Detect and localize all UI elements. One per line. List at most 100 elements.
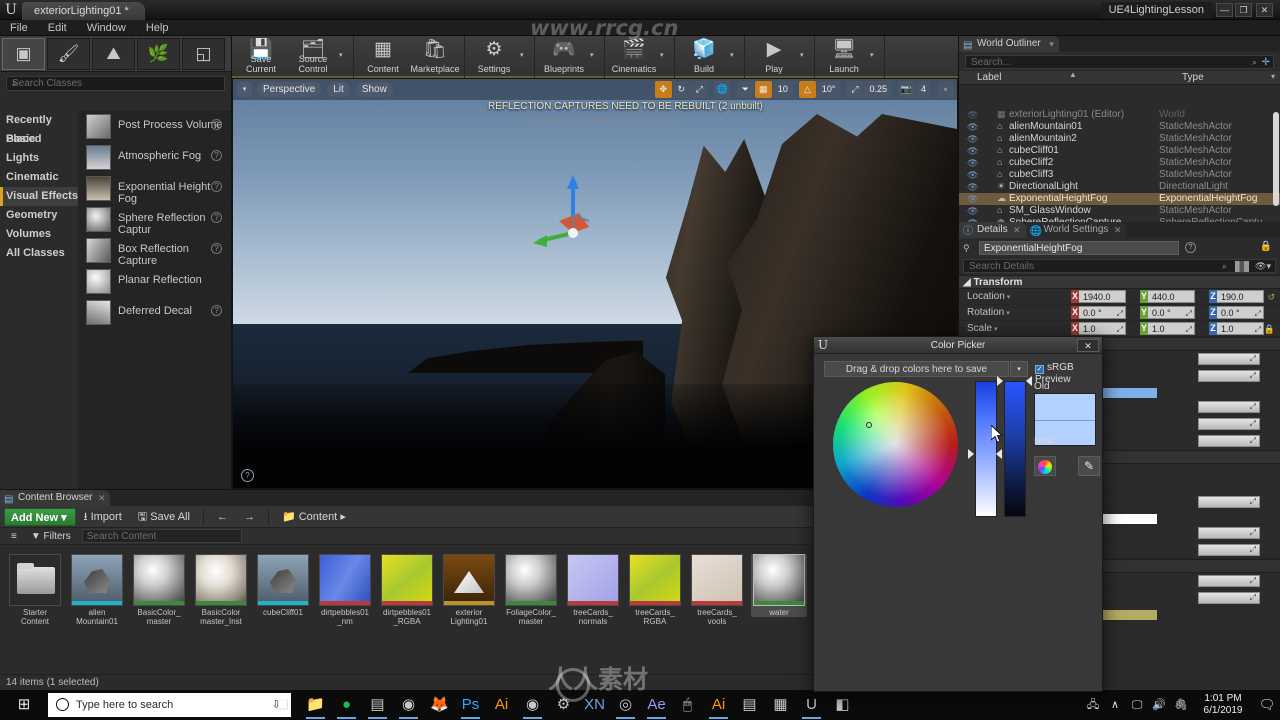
- numeric-field[interactable]: ⤢: [1198, 370, 1260, 382]
- menu-window[interactable]: Window: [77, 20, 136, 36]
- outliner-row[interactable]: 👁 ⌂ cubeCliff3 StaticMeshActor: [959, 169, 1280, 181]
- help-icon[interactable]: ?: [211, 150, 222, 161]
- tray-icon-0[interactable]: 🖧: [1082, 690, 1104, 720]
- task-view-button[interactable]: ❏: [268, 690, 298, 720]
- toolbar-settings-button[interactable]: ⚙ Settings: [468, 36, 520, 76]
- drag-handle-icon[interactable]: ⤢: [1186, 307, 1192, 320]
- toolbar-content-button[interactable]: ▦ Content: [357, 36, 409, 76]
- placeable-planar-reflection[interactable]: Planar Reflection: [78, 266, 231, 297]
- outliner-row[interactable]: 👁 ⌂ alienMountain01 StaticMeshActor: [959, 121, 1280, 133]
- transform-section-header[interactable]: ◢ Transform: [959, 275, 1280, 289]
- menu-file[interactable]: File: [0, 20, 38, 36]
- color-picker-dialog[interactable]: U Color Picker ✕ Drag & drop colors here…: [813, 336, 1103, 692]
- help-icon[interactable]: ?: [211, 305, 222, 316]
- chevron-down-icon[interactable]: ▾: [1271, 72, 1275, 81]
- numeric-field[interactable]: ⤢: [1198, 575, 1260, 587]
- taskbar-mouse-tool-button[interactable]: 🖱: [672, 690, 703, 720]
- tab-world-settings[interactable]: 🌐 World Settings ✕: [1025, 222, 1127, 238]
- taskbar-camtasia-button[interactable]: ◎: [610, 690, 641, 720]
- drag-handle-icon[interactable]: ⤢: [1117, 323, 1123, 336]
- drag-handle-icon[interactable]: ⤢: [1255, 307, 1261, 320]
- toolbar-cinematics-button[interactable]: 🎬 Cinematics: [608, 36, 660, 76]
- outliner-row[interactable]: 👁 ⌂ cubeCliff01 StaticMeshActor: [959, 145, 1280, 157]
- visibility-eye-icon[interactable]: 👁: [967, 206, 978, 217]
- close-icon[interactable]: ✕: [1077, 339, 1099, 352]
- visibility-eye-icon[interactable]: 👁: [967, 146, 978, 157]
- camera-speed-value[interactable]: 4: [915, 81, 931, 98]
- actor-name-field[interactable]: ExponentialHeightFog: [979, 241, 1179, 255]
- menu-edit[interactable]: Edit: [38, 20, 77, 36]
- close-window-button[interactable]: ✕: [1256, 3, 1273, 17]
- numeric-field[interactable]: ⤢: [1198, 401, 1260, 413]
- scale-mode-button[interactable]: ⤢: [690, 81, 708, 98]
- alpha-slider-handle-right[interactable]: [1026, 376, 1032, 386]
- taskbar-firefox-button[interactable]: 🦊: [424, 690, 455, 720]
- category-all-classes[interactable]: All Classes: [0, 244, 78, 263]
- placeable-atmospheric-fog[interactable]: Atmospheric Fog?: [78, 142, 231, 173]
- asset-item[interactable]: treeCards_ vools: [689, 554, 745, 626]
- translate-mode-button[interactable]: ✥: [654, 81, 672, 98]
- placeable-exponential-height-fog[interactable]: Exponential Height Fog?: [78, 173, 231, 205]
- add-new-button[interactable]: Add New ▾: [4, 508, 76, 526]
- visibility-eye-icon[interactable]: 👁: [967, 134, 978, 145]
- eyedropper-button[interactable]: ✎: [1078, 456, 1100, 476]
- visibility-eye-icon[interactable]: 👁: [967, 122, 978, 133]
- outliner-row[interactable]: 👁 ⌂ alienMountain2 StaticMeshActor: [959, 133, 1280, 145]
- numeric-field[interactable]: ⤢: [1198, 527, 1260, 539]
- tray-icon-3[interactable]: 🔊: [1148, 690, 1170, 720]
- rotation-snap-value[interactable]: 10°: [816, 81, 841, 98]
- visibility-eye-icon[interactable]: 👁: [967, 110, 978, 121]
- chevron-down-icon[interactable]: ▾: [1010, 361, 1028, 377]
- placeable-sphere-reflection-captur[interactable]: Sphere Reflection Captur?: [78, 204, 231, 236]
- numeric-field[interactable]: ⤢: [1198, 544, 1260, 556]
- rotate-mode-button[interactable]: ↻: [672, 81, 690, 98]
- start-button[interactable]: ⊞: [0, 690, 48, 720]
- filters-button[interactable]: ▼ Filters: [24, 529, 78, 544]
- display-options-icon[interactable]: 👁▾: [1255, 260, 1271, 273]
- column-layout-icon[interactable]: [1235, 261, 1249, 272]
- z-axis-field[interactable]: Z 190.0: [1209, 290, 1264, 303]
- chevron-down-icon[interactable]: ▾: [730, 36, 741, 76]
- lock-ratio-icon[interactable]: 🔒: [1264, 324, 1275, 335]
- chevron-down-icon[interactable]: ▾: [1005, 294, 1011, 301]
- asset-item[interactable]: FoliageColor_ master: [503, 554, 559, 626]
- tab-content-browser[interactable]: ▤ Content Browser ✕: [0, 490, 111, 506]
- placeable-box-reflection-capture[interactable]: Box Reflection Capture?: [78, 235, 231, 267]
- taskbar-spotify-button[interactable]: ●: [331, 690, 362, 720]
- category-recently-placed[interactable]: Recently Placed: [0, 111, 78, 145]
- placeable-post-process-volume[interactable]: Post Process Volume?: [78, 111, 231, 142]
- numeric-field[interactable]: ⤢: [1198, 435, 1260, 447]
- chevron-down-icon[interactable]: ▾: [520, 36, 531, 76]
- viewport-camera-mode[interactable]: Perspective: [257, 82, 322, 97]
- help-icon[interactable]: ?: [211, 243, 222, 254]
- asset-item[interactable]: water: [751, 554, 807, 617]
- alpha-slider[interactable]: [1004, 381, 1026, 517]
- taskbar-chrome2-button[interactable]: ◉: [517, 690, 548, 720]
- outliner-row[interactable]: 👁 ▦ exteriorLighting01 (Editor) World: [959, 109, 1280, 121]
- grid-snap-button[interactable]: ▦: [754, 81, 772, 98]
- color-wheel-marker[interactable]: [866, 422, 872, 428]
- asset-item[interactable]: exterior Lighting01: [441, 554, 497, 626]
- taskbar-notepad-button[interactable]: ▤: [734, 690, 765, 720]
- value-slider-handle-left[interactable]: [968, 449, 974, 459]
- value-slider-handle-right[interactable]: [996, 449, 1002, 459]
- help-icon[interactable]: ?: [211, 212, 222, 223]
- chevron-down-icon[interactable]: ▾: [1049, 36, 1054, 52]
- alpha-slider-handle-left[interactable]: [997, 376, 1003, 386]
- column-header-type[interactable]: Type: [1182, 71, 1204, 85]
- asset-item[interactable]: treeCards_ normals: [565, 554, 621, 626]
- asset-item[interactable]: alien Mountain01: [69, 554, 125, 626]
- x-axis-field[interactable]: X 1940.0: [1071, 290, 1126, 303]
- z-axis-field[interactable]: Z 0.0 ° ⤢: [1209, 306, 1264, 319]
- rotation-snap-button[interactable]: △: [798, 81, 816, 98]
- paint-mode[interactable]: 🖌: [47, 38, 90, 70]
- axis-value[interactable]: 190.0: [1217, 290, 1264, 303]
- taskbar-chrome-button[interactable]: ◉: [393, 690, 424, 720]
- y-axis-field[interactable]: Y 0.0 ° ⤢: [1140, 306, 1195, 319]
- taskbar-epic-games-button[interactable]: ▤: [362, 690, 393, 720]
- taskbar-illustrator-button[interactable]: Ai: [486, 690, 517, 720]
- taskbar-search-box[interactable]: Type here to search ⇩: [48, 693, 291, 717]
- tray-icon-1[interactable]: ∧: [1104, 690, 1126, 720]
- add-actor-icon[interactable]: ✛: [1262, 56, 1270, 69]
- tray-icon-4[interactable]: 🖇: [1170, 690, 1192, 720]
